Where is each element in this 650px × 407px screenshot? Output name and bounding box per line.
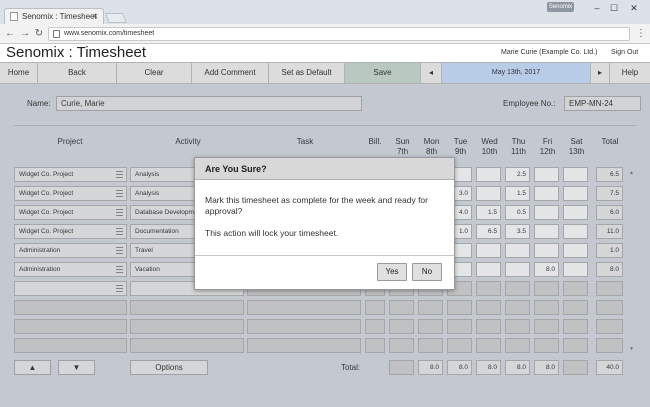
browser-titlebar: Senomix : Timesheet × Senomix – ☐ ✕: [0, 0, 650, 24]
reload-icon[interactable]: ↻: [33, 28, 45, 39]
page-info-icon[interactable]: [53, 30, 60, 38]
save-button[interactable]: Save: [345, 63, 421, 83]
profile-badge[interactable]: Senomix: [547, 2, 574, 12]
tab-title: Senomix : Timesheet: [22, 12, 97, 21]
forward-icon[interactable]: →: [19, 28, 31, 39]
dialog-title: Are You Sure?: [195, 158, 454, 180]
dialog-message: Mark this timesheet as complete for the …: [205, 195, 428, 216]
toolbar: Home Back Clear Add Comment Set as Defau…: [0, 62, 650, 84]
yes-button[interactable]: Yes: [377, 263, 407, 281]
url-text: www.senomix.com/timesheet: [64, 30, 155, 37]
back-button[interactable]: Back: [38, 63, 117, 83]
dialog-note: This action will lock your timesheet.: [205, 228, 339, 238]
page-title: Senomix : Timesheet: [6, 44, 147, 61]
close-tab-icon[interactable]: ×: [93, 11, 98, 21]
help-button[interactable]: Help: [610, 63, 650, 83]
back-icon[interactable]: ←: [4, 28, 16, 39]
maximize-icon[interactable]: ☐: [607, 3, 621, 14]
user-info: Marie Curie (Example Co. Ltd.): [501, 49, 598, 56]
next-week-button[interactable]: ▸: [590, 63, 610, 83]
week-date-display[interactable]: May 13th, 2017: [442, 63, 590, 83]
browser-tab[interactable]: Senomix : Timesheet ×: [4, 8, 104, 24]
no-button[interactable]: No: [412, 263, 442, 281]
clear-button[interactable]: Clear: [117, 63, 192, 83]
minimize-icon[interactable]: –: [590, 3, 604, 13]
previous-week-button[interactable]: ◂: [421, 63, 442, 83]
dialog-divider: [195, 255, 454, 256]
browser-menu-icon[interactable]: ⋮: [636, 28, 646, 39]
address-bar-row: ← → ↻ www.senomix.com/timesheet ⋮: [0, 24, 650, 44]
url-input[interactable]: www.senomix.com/timesheet: [48, 27, 630, 41]
close-window-icon[interactable]: ✕: [627, 3, 641, 14]
page-icon: [10, 12, 18, 21]
confirmation-dialog: Are You Sure? Mark this timesheet as com…: [194, 157, 455, 290]
sign-out-link[interactable]: Sign Out: [611, 49, 638, 56]
add-comment-button[interactable]: Add Comment: [192, 63, 269, 83]
home-button[interactable]: Home: [0, 63, 38, 83]
set-default-button[interactable]: Set as Default: [269, 63, 345, 83]
new-tab-button[interactable]: [105, 13, 127, 23]
